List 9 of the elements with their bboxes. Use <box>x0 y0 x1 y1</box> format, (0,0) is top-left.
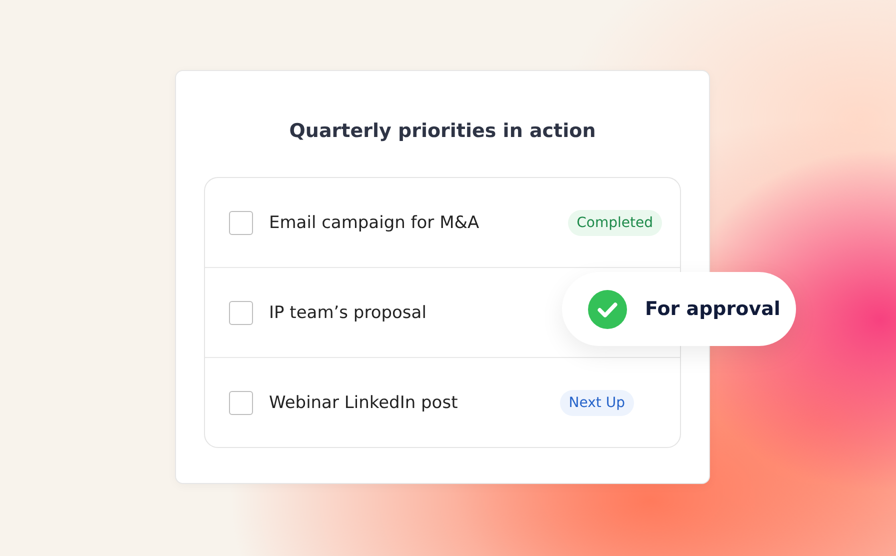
card-title: Quarterly priorities in action <box>288 119 597 144</box>
pill-label: For approval <box>645 298 780 320</box>
task-label: Email campaign for M&A <box>269 212 480 232</box>
task-label: Webinar LinkedIn post <box>269 392 459 412</box>
checkbox[interactable] <box>229 390 253 414</box>
status-tag: Next Up <box>560 390 634 416</box>
status-tag: Completed <box>568 210 662 236</box>
checkbox[interactable] <box>229 210 253 234</box>
checkbox[interactable] <box>229 300 253 324</box>
